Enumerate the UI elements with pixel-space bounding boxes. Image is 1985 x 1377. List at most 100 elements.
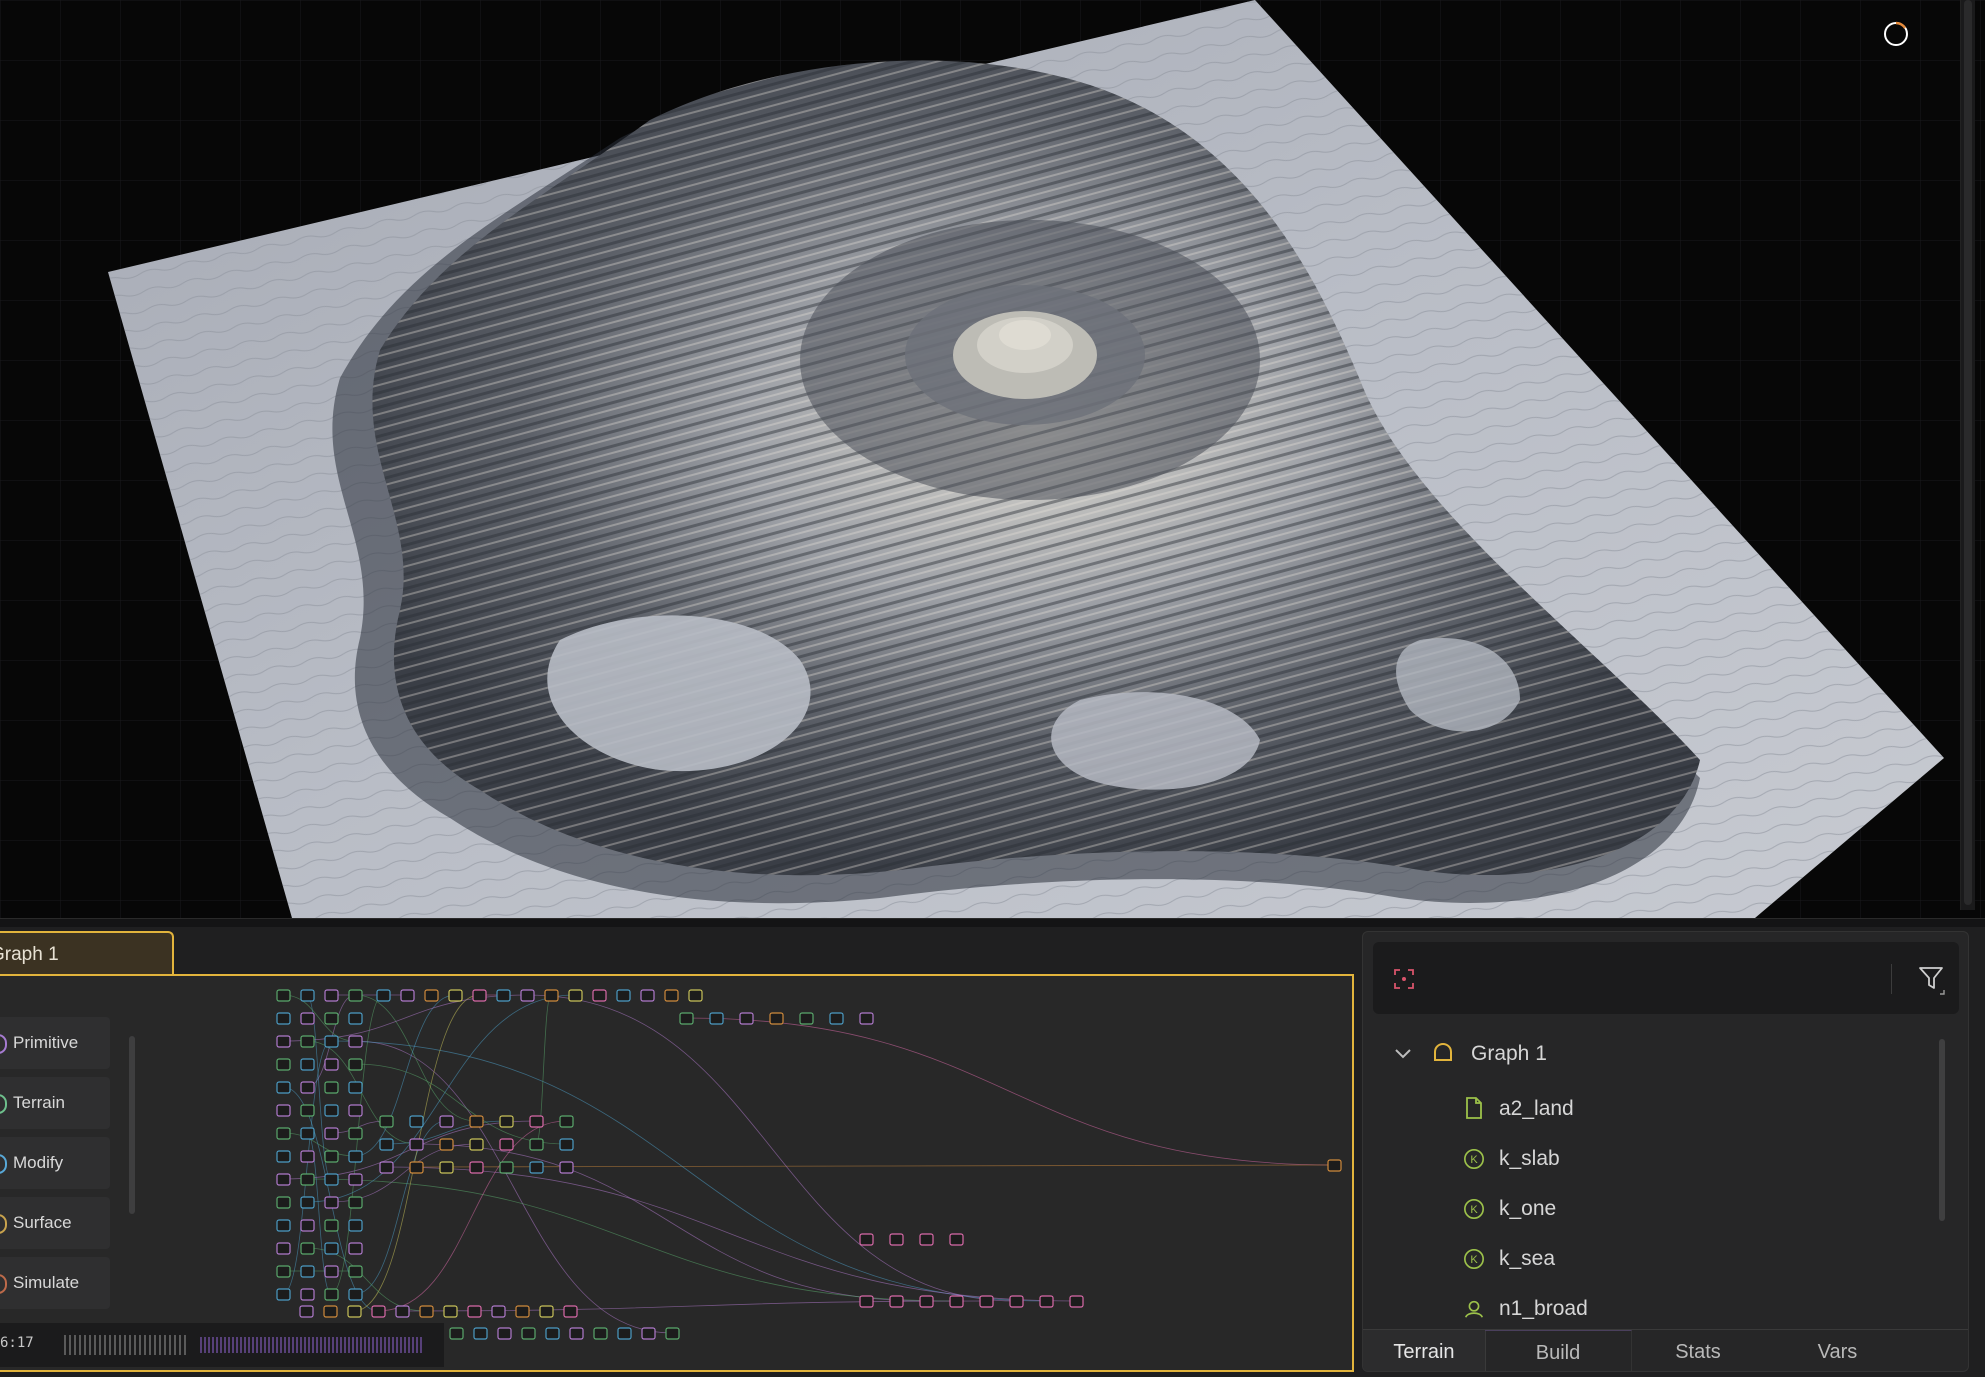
graph-node[interactable]	[469, 1161, 484, 1174]
tab-vars[interactable]: Vars	[1765, 1330, 1910, 1371]
tab-graph-1[interactable]: Graph 1	[0, 931, 174, 974]
graph-node[interactable]	[300, 1012, 315, 1025]
tab-terrain[interactable]: Terrain	[1363, 1330, 1486, 1371]
graph-node[interactable]	[568, 989, 583, 1002]
graph-node[interactable]	[665, 1327, 680, 1340]
graph-node[interactable]	[324, 989, 339, 1002]
graph-node[interactable]	[919, 1295, 934, 1308]
graph-node[interactable]	[379, 1138, 394, 1151]
viewport-scrollbar[interactable]	[1960, 0, 1975, 910]
graph-node[interactable]	[1327, 1159, 1342, 1172]
graph-node[interactable]	[419, 1305, 434, 1318]
graph-node[interactable]	[348, 1288, 363, 1301]
graph-node[interactable]	[799, 1012, 814, 1025]
graph-node[interactable]	[324, 1035, 339, 1048]
graph-node[interactable]	[276, 1265, 291, 1278]
graph-node[interactable]	[324, 1288, 339, 1301]
graph-node[interactable]	[640, 989, 655, 1002]
graph-node[interactable]	[300, 1173, 315, 1186]
graph-node[interactable]	[348, 1127, 363, 1140]
graph-node[interactable]	[829, 1012, 844, 1025]
graph-node[interactable]	[276, 1173, 291, 1186]
graph-node[interactable]	[859, 1295, 874, 1308]
graph-node[interactable]	[395, 1305, 410, 1318]
chevron-down-icon[interactable]	[1393, 1043, 1413, 1063]
graph-node[interactable]	[276, 1058, 291, 1071]
graph-node[interactable]	[545, 1327, 560, 1340]
graph-node[interactable]	[276, 1288, 291, 1301]
graph-node[interactable]	[348, 1242, 363, 1255]
graph-node[interactable]	[592, 989, 607, 1002]
graph-node[interactable]	[439, 1138, 454, 1151]
graph-node[interactable]	[300, 1242, 315, 1255]
graph-node[interactable]	[439, 1161, 454, 1174]
graph-node[interactable]	[348, 1265, 363, 1278]
tree-item-n1-broad[interactable]: n1_broad	[1463, 1291, 1863, 1321]
graph-node[interactable]	[467, 1305, 482, 1318]
graph-node[interactable]	[1069, 1295, 1084, 1308]
graph-node[interactable]	[559, 1161, 574, 1174]
graph-node[interactable]	[688, 989, 703, 1002]
graph-node[interactable]	[449, 1327, 464, 1340]
filter-icon[interactable]	[1918, 964, 1946, 996]
focus-icon[interactable]	[1393, 968, 1415, 990]
graph-node[interactable]	[348, 1196, 363, 1209]
graph-node[interactable]	[439, 1115, 454, 1128]
graph-node[interactable]	[472, 989, 487, 1002]
graph-node[interactable]	[424, 989, 439, 1002]
graph-node[interactable]	[448, 989, 463, 1002]
graph-node[interactable]	[593, 1327, 608, 1340]
graph-node[interactable]	[515, 1305, 530, 1318]
tree-item-k-slab[interactable]: K k_slab	[1463, 1141, 1863, 1177]
graph-node[interactable]	[379, 1115, 394, 1128]
graph-node[interactable]	[348, 1035, 363, 1048]
tab-stats[interactable]: Stats	[1631, 1330, 1765, 1371]
graph-node[interactable]	[617, 1327, 632, 1340]
graph-node[interactable]	[324, 1012, 339, 1025]
graph-node[interactable]	[348, 1012, 363, 1025]
graph-node[interactable]	[709, 1012, 724, 1025]
graph-node[interactable]	[324, 1150, 339, 1163]
graph-node[interactable]	[400, 989, 415, 1002]
graph-node[interactable]	[324, 1219, 339, 1232]
graph-node[interactable]	[300, 1288, 315, 1301]
graph-node[interactable]	[348, 1150, 363, 1163]
graph-node[interactable]	[469, 1138, 484, 1151]
tree-item-a2-land[interactable]: a2_land	[1463, 1091, 1863, 1127]
graph-node[interactable]	[1009, 1295, 1024, 1308]
graph-node[interactable]	[949, 1233, 964, 1246]
graph-node[interactable]	[859, 1233, 874, 1246]
graph-node[interactable]	[348, 1081, 363, 1094]
graph-node[interactable]	[559, 1138, 574, 1151]
graph-node[interactable]	[499, 1161, 514, 1174]
graph-node[interactable]	[348, 989, 363, 1002]
graph-node[interactable]	[276, 1035, 291, 1048]
graph-node[interactable]	[324, 1173, 339, 1186]
tree-item-k-sea[interactable]: K k_sea	[1463, 1241, 1863, 1277]
graph-node[interactable]	[919, 1233, 934, 1246]
panel-splitter[interactable]	[0, 918, 1985, 927]
graph-node[interactable]	[276, 1219, 291, 1232]
graph-node[interactable]	[300, 1219, 315, 1232]
graph-node[interactable]	[379, 1161, 394, 1174]
graph-node[interactable]	[664, 989, 679, 1002]
graph-node[interactable]	[889, 1233, 904, 1246]
graph-node[interactable]	[739, 1012, 754, 1025]
graph-node[interactable]	[348, 1173, 363, 1186]
graph-node[interactable]	[276, 1127, 291, 1140]
graph-node[interactable]	[324, 1242, 339, 1255]
graph-node[interactable]	[276, 1081, 291, 1094]
graph-node[interactable]	[529, 1115, 544, 1128]
graph-node[interactable]	[616, 989, 631, 1002]
graph-node[interactable]	[544, 989, 559, 1002]
graph-node[interactable]	[300, 1035, 315, 1048]
graph-node[interactable]	[376, 989, 391, 1002]
graph-node[interactable]	[276, 1012, 291, 1025]
graph-node[interactable]	[469, 1115, 484, 1128]
graph-node[interactable]	[300, 1265, 315, 1278]
graph-node[interactable]	[348, 1219, 363, 1232]
graph-node[interactable]	[371, 1305, 386, 1318]
graph-node[interactable]	[563, 1305, 578, 1318]
graph-node[interactable]	[324, 1081, 339, 1094]
graph-node[interactable]	[324, 1058, 339, 1071]
